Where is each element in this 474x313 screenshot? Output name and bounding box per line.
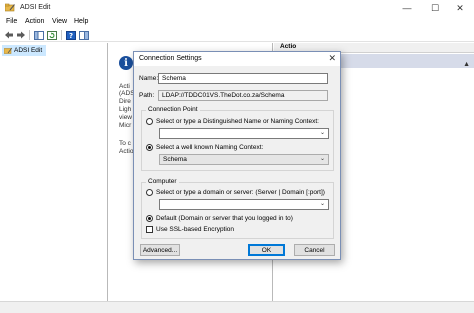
info-icon: i	[119, 56, 133, 70]
dn-option-label: Select or type a Distinguished Name or N…	[156, 118, 319, 125]
chevron-down-icon[interactable]: ⌄	[320, 200, 325, 207]
connection-point-group: Connection Point Select or type a Distin…	[141, 106, 334, 171]
connection-settings-dialog: Connection Settings ✕ Name: Schema Path:…	[133, 51, 341, 260]
window-titlebar: ADSI Edit — ☐ ✕	[0, 0, 474, 16]
console-tree-icon[interactable]	[33, 30, 44, 40]
maximize-button[interactable]: ☐	[421, 0, 449, 16]
forward-arrow-icon[interactable]	[15, 30, 26, 40]
status-bar	[0, 301, 474, 313]
wk-option-label: Select a well known Naming Context:	[156, 144, 264, 151]
chevron-down-icon[interactable]: ⌄	[320, 129, 325, 136]
menu-help[interactable]: Help	[74, 18, 88, 25]
computer-group: Computer Select or type a domain or serv…	[141, 178, 334, 239]
help-icon[interactable]: ?	[65, 30, 76, 40]
adsi-edit-app-icon	[5, 3, 15, 12]
menu-view[interactable]: View	[52, 18, 67, 25]
tree-item-adsi-edit[interactable]: ADSI Edit	[2, 45, 46, 56]
default-option-label: Default (Domain or server that you logge…	[156, 215, 293, 222]
computer-title: Computer	[146, 178, 179, 185]
console-tree-pane: ADSI Edit	[0, 43, 108, 301]
horizontal-scrollbar[interactable]	[2, 304, 106, 312]
svg-text:?: ?	[68, 32, 72, 40]
menu-action[interactable]: Action	[25, 18, 44, 25]
path-field: LDAP://TDDC01VS.TheDot.co.za/Schema	[158, 90, 328, 101]
dialog-close-button[interactable]: ✕	[328, 53, 336, 64]
toolbar-separator	[61, 30, 62, 40]
server-radio[interactable]	[146, 189, 153, 196]
instruction-text-line: To c	[119, 140, 131, 147]
dialog-title: Connection Settings	[139, 55, 202, 62]
ok-button[interactable]: OK	[248, 244, 285, 256]
intro-text-line: Micr	[119, 122, 132, 129]
adsi-edit-node-icon	[4, 47, 12, 54]
advanced-button[interactable]: Advanced...	[140, 244, 180, 256]
intro-text-line: Ligh	[119, 106, 132, 113]
back-arrow-icon[interactable]	[3, 30, 14, 40]
tree-item-label: ADSI Edit	[14, 47, 43, 54]
server-option-label: Select or type a domain or server: (Serv…	[156, 189, 325, 196]
menu-bar: File Action View Help	[0, 16, 474, 28]
intro-text-line: Acti	[119, 83, 130, 90]
close-window-button[interactable]: ✕	[446, 0, 474, 16]
show-hide-pane-icon[interactable]	[78, 30, 89, 40]
cancel-button[interactable]: Cancel	[294, 244, 335, 256]
connection-point-title: Connection Point	[146, 106, 200, 113]
dn-radio[interactable]	[146, 118, 153, 125]
well-known-combobox[interactable]: Schema ⌄	[159, 154, 329, 165]
refresh-icon[interactable]	[46, 30, 57, 40]
intro-text-line: Dire	[119, 98, 131, 105]
name-label: Name:	[139, 75, 159, 82]
name-field[interactable]: Schema	[158, 73, 328, 84]
intro-text-line: view	[119, 114, 133, 121]
window-title: ADSI Edit	[20, 4, 51, 11]
path-label: Path:	[139, 92, 155, 99]
collapse-arrow-icon[interactable]: ▲	[463, 61, 470, 68]
server-combobox[interactable]: ⌄	[159, 199, 329, 210]
wk-combobox-value: Schema	[163, 156, 187, 163]
minimize-button[interactable]: —	[393, 0, 421, 16]
well-known-radio[interactable]	[146, 144, 153, 151]
chevron-down-icon[interactable]: ⌄	[320, 155, 325, 162]
dn-combobox[interactable]: ⌄	[159, 128, 329, 139]
ssl-checkbox[interactable]	[146, 226, 153, 233]
instruction-text-line: Actio	[119, 148, 134, 155]
menu-file[interactable]: File	[6, 18, 17, 25]
toolbar-separator	[29, 30, 30, 40]
ssl-label: Use SSL-based Encryption	[156, 226, 235, 233]
default-server-radio[interactable]	[146, 215, 153, 222]
toolbar: ?	[0, 28, 474, 42]
dialog-titlebar: Connection Settings ✕	[134, 52, 340, 66]
